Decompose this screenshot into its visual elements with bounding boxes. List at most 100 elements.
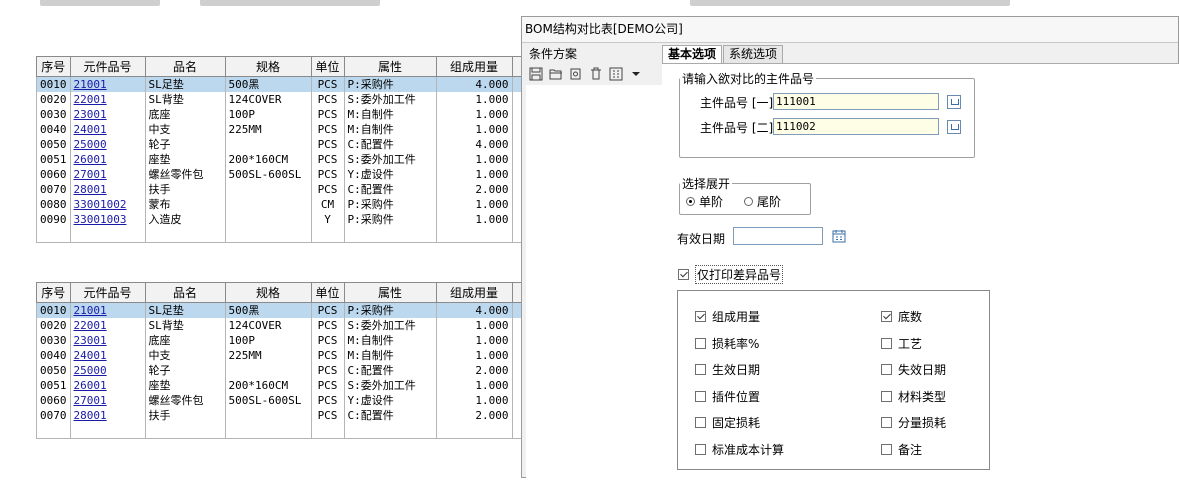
- print-diff-only-checkbox[interactable]: 仅打印差异品号: [678, 265, 784, 284]
- column-header[interactable]: 序号: [36, 56, 71, 77]
- table-cell: 0070: [36, 182, 71, 197]
- column-header[interactable]: 属性: [343, 282, 437, 303]
- table-cell: [310, 227, 345, 243]
- table-cell: P:采购件: [343, 197, 437, 212]
- item-code-link[interactable]: 27001: [69, 167, 146, 182]
- table-row[interactable]: 0080 33001002 蒙布 CM P:采购件 1.000: [36, 197, 537, 212]
- column-header[interactable]: 规格: [224, 56, 312, 77]
- radio-single-level[interactable]: 单阶: [686, 193, 723, 210]
- dropdown-arrow-icon[interactable]: [628, 66, 644, 82]
- main-item-group-legend: 请输入欲对比的主件品号: [682, 72, 815, 86]
- column-header[interactable]: 单位: [310, 56, 345, 77]
- main-item-1-picker-icon[interactable]: [947, 95, 961, 109]
- table-cell: 500SL-600SL: [224, 393, 312, 408]
- option-checkbox[interactable]: 固定损耗: [695, 414, 760, 431]
- item-code-link[interactable]: 22001: [69, 92, 146, 107]
- table-row[interactable]: 0030 23001 底座 100P PCS M:自制件 1.000: [36, 107, 537, 122]
- item-code-link[interactable]: 25000: [69, 363, 146, 378]
- option-checkbox[interactable]: 插件位置: [695, 388, 760, 405]
- option-checkbox[interactable]: 分量损耗: [881, 414, 946, 431]
- option-checkbox[interactable]: 底数: [881, 308, 922, 325]
- table-row[interactable]: 0030 23001 底座 100P PCS M:自制件 1.000: [36, 333, 537, 348]
- item-code-link[interactable]: 24001: [69, 122, 146, 137]
- table-cell: 225MM: [224, 348, 312, 363]
- table-cell: SL背垫: [144, 92, 226, 107]
- delete-icon[interactable]: [588, 66, 604, 82]
- item-code-link[interactable]: 21001: [69, 76, 146, 92]
- copy-icon[interactable]: [568, 66, 584, 82]
- item-code-link[interactable]: 33001002: [69, 197, 146, 212]
- table-row[interactable]: 0010 21001 SL足垫 500黑 PCS P:采购件 4.000: [36, 76, 537, 92]
- table-row[interactable]: 0070 28001 扶手 PCS C:配置件 2.000: [36, 408, 537, 423]
- column-header[interactable]: 组成用量: [435, 56, 513, 77]
- effective-date-input[interactable]: [733, 227, 823, 245]
- basic-options-panel: 请输入欲对比的主件品号 主件品号 [一] 111001 主件品号 [二] 111…: [662, 63, 1179, 480]
- table-row[interactable]: 0050 25000 轮子 PCS C:配置件 2.000: [36, 363, 537, 378]
- column-header[interactable]: 品名: [144, 56, 226, 77]
- open-folder-icon[interactable]: [548, 66, 564, 82]
- column-header[interactable]: 规格: [224, 282, 312, 303]
- table-row[interactable]: 0040 24001 中支 225MM PCS M:自制件 1.000: [36, 348, 537, 363]
- item-code-link[interactable]: 28001: [69, 182, 146, 197]
- column-header[interactable]: 单位: [310, 282, 345, 303]
- table-cell: PCS: [310, 107, 345, 122]
- item-code-link[interactable]: 25000: [69, 137, 146, 152]
- item-code-link[interactable]: 33001003: [69, 212, 146, 227]
- table-cell: C:配置件: [343, 363, 437, 378]
- column-header[interactable]: 属性: [343, 56, 437, 77]
- calendar-icon[interactable]: [832, 229, 846, 243]
- table-cell: PCS: [310, 363, 345, 378]
- table-cell: S:委外加工件: [343, 92, 437, 107]
- table-row[interactable]: 0050 25000 轮子 PCS C:配置件 4.000: [36, 137, 537, 152]
- table-cell: PCS: [310, 167, 345, 182]
- column-header[interactable]: 元件品号: [69, 56, 146, 77]
- column-header[interactable]: 元件品号: [69, 282, 146, 303]
- table-row[interactable]: 0020 22001 SL背垫 124COVER PCS S:委外加工件 1.000: [36, 318, 537, 333]
- option-checkbox[interactable]: 材料类型: [881, 388, 946, 405]
- item-code-link[interactable]: 27001: [69, 393, 146, 408]
- table-cell: 0050: [36, 137, 71, 152]
- option-checkbox[interactable]: 失效日期: [881, 361, 946, 378]
- option-checkbox[interactable]: 标准成本计算: [695, 441, 784, 458]
- option-checkbox-label: 组成用量: [712, 310, 761, 324]
- radio-end-level[interactable]: 尾阶: [744, 193, 781, 210]
- table-cell: C:配置件: [343, 182, 437, 197]
- option-checkbox[interactable]: 生效日期: [695, 361, 760, 378]
- table-cell: 1.000: [435, 107, 513, 122]
- column-header[interactable]: 组成用量: [435, 282, 513, 303]
- option-checkbox[interactable]: 损耗率%: [695, 335, 759, 352]
- table-cell: M:自制件: [343, 107, 437, 122]
- table-row[interactable]: 0020 22001 SL背垫 124COVER PCS S:委外加工件 1.000: [36, 92, 537, 107]
- table-cell: 座垫: [144, 152, 226, 167]
- tab-basic-options[interactable]: 基本选项: [662, 45, 723, 64]
- table-row[interactable]: 0060 27001 螺丝零件包 500SL-600SL PCS Y:虚设件 1.000: [36, 393, 537, 408]
- item-code-link[interactable]: 26001: [69, 378, 146, 393]
- item-code-link[interactable]: 22001: [69, 318, 146, 333]
- main-item-1-input[interactable]: 111001: [773, 93, 939, 110]
- table-row[interactable]: 0060 27001 螺丝零件包 500SL-600SL PCS Y:虚设件 1.000: [36, 167, 537, 182]
- option-checkbox[interactable]: 备注: [881, 441, 922, 458]
- main-item-2-picker-icon[interactable]: [947, 120, 961, 134]
- item-code-link[interactable]: 21001: [69, 302, 146, 318]
- item-code-link[interactable]: 28001: [69, 408, 146, 423]
- main-item-2-input[interactable]: 111002: [773, 118, 939, 135]
- table-row[interactable]: 0010 21001 SL足垫 500黑 PCS P:采购件 4.000: [36, 302, 537, 318]
- item-code-link[interactable]: 24001: [69, 348, 146, 363]
- layout-icon[interactable]: [608, 66, 624, 82]
- condition-scheme-title: 条件方案: [526, 45, 662, 63]
- table-row[interactable]: 0090 33001003 入造皮 Y P:采购件 1.000: [36, 212, 537, 227]
- column-header[interactable]: 序号: [36, 282, 71, 303]
- main-item-2-label: 主件品号 [二]: [700, 121, 774, 135]
- item-code-link[interactable]: 26001: [69, 152, 146, 167]
- save-icon[interactable]: [528, 66, 544, 82]
- tab-system-options[interactable]: 系统选项: [723, 45, 784, 63]
- table-row[interactable]: 0070 28001 扶手 PCS C:配置件 2.000: [36, 182, 537, 197]
- table-row[interactable]: 0051 26001 座垫 200*160CM PCS S:委外加工件 1.000: [36, 152, 537, 167]
- item-code-link[interactable]: 23001: [69, 333, 146, 348]
- option-checkbox[interactable]: 组成用量: [695, 308, 760, 325]
- item-code-link[interactable]: 23001: [69, 107, 146, 122]
- table-row[interactable]: 0051 26001 座垫 200*160CM PCS S:委外加工件 1.000: [36, 378, 537, 393]
- table-row[interactable]: 0040 24001 中支 225MM PCS M:自制件 1.000: [36, 122, 537, 137]
- column-header[interactable]: 品名: [144, 282, 226, 303]
- option-checkbox[interactable]: 工艺: [881, 335, 922, 352]
